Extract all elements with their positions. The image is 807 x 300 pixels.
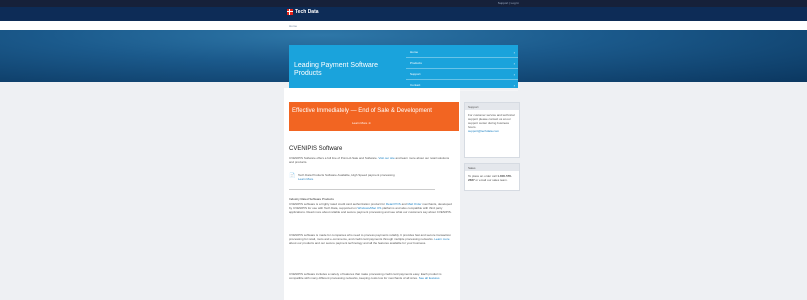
page-title: CVENIPIS Software [289, 146, 343, 152]
hero-nav: Home › Products › Support › Contact › [406, 45, 518, 91]
paragraph-1: CVENIPIS software is a highly rated cred… [289, 202, 454, 214]
banner-button-label: Learn More [352, 121, 368, 125]
tech-data-logo-icon [287, 9, 293, 15]
section-subheading: Industry Rated Software Products [289, 197, 334, 201]
notice-link[interactable]: Learn More [298, 177, 313, 181]
sidebar-box-body: To place an order call 1-800-555-2687 or… [465, 171, 519, 185]
hero-panel: Leading Payment Software Products Home › … [289, 45, 518, 91]
hero-title: Leading Payment Software Products [294, 62, 379, 77]
brand-bar [0, 7, 807, 21]
sidebar-box-title: Support [465, 103, 519, 110]
top-utility-bar: Support | Log In [0, 0, 807, 7]
banner-text: Effective Immediately — End of Sale & De… [292, 108, 432, 114]
arrow-right-icon: ➜ [368, 121, 371, 125]
sidebar-box-body: For customer service and technical suppo… [465, 110, 519, 136]
breadcrumb-bar [0, 21, 807, 30]
chevron-right-icon: › [513, 82, 515, 88]
chevron-right-icon: › [513, 71, 515, 77]
hero-nav-products[interactable]: Products › [406, 58, 518, 69]
hero-nav-home[interactable]: Home › [406, 47, 518, 58]
features-link[interactable]: See all features [419, 276, 440, 280]
sidebar-sales-box: Sales To place an order call 1-800-555-2… [464, 163, 520, 191]
site-logo[interactable]: Tech Data [287, 9, 319, 15]
breadcrumb[interactable]: Home [289, 24, 297, 28]
p2-text: CVENIPIS software is made for companies … [289, 233, 452, 241]
intro-link[interactable]: Visit our site [378, 156, 394, 160]
chevron-right-icon: › [513, 49, 515, 55]
paragraph-3: CVENIPIS software includes a variety of … [289, 272, 454, 280]
banner-learn-more-button[interactable]: Learn More ➜ [352, 121, 371, 125]
intro-paragraph: CVENIPIS Software offers a full line of … [289, 156, 454, 164]
sidebar-support-box: Support For customer service and technic… [464, 102, 520, 158]
notice-text: Tech Data Products Software Available, H… [298, 173, 433, 181]
p2-text-2: about our products and our secure paymen… [289, 241, 427, 245]
sidebar-box-title: Sales [465, 164, 519, 171]
paragraph-2: CVENIPIS software is made for companies … [289, 233, 454, 245]
support-email-link[interactable]: support@techdata.com [468, 129, 499, 133]
hero-nav-label: Products [410, 61, 422, 65]
notice-box: 📄 Tech Data Products Software Available,… [289, 172, 435, 190]
chevron-right-icon: › [513, 60, 515, 66]
sidebar-sales-text-2: or email our sales team. [475, 178, 508, 182]
logo-text: Tech Data [295, 9, 319, 15]
document-icon: 📄 [289, 173, 296, 179]
top-links[interactable]: Support | Log In [498, 1, 519, 5]
hero-nav-label: Contact [410, 83, 421, 87]
sidebar-support-text: For customer service and technical suppo… [468, 113, 515, 129]
learn-more-link[interactable]: Learn more [434, 237, 449, 241]
hero-nav-support[interactable]: Support › [406, 69, 518, 80]
hero-nav-label: Home [410, 50, 419, 54]
announcement-banner: Effective Immediately — End of Sale & De… [289, 102, 459, 131]
hero-nav-label: Support [410, 72, 421, 76]
